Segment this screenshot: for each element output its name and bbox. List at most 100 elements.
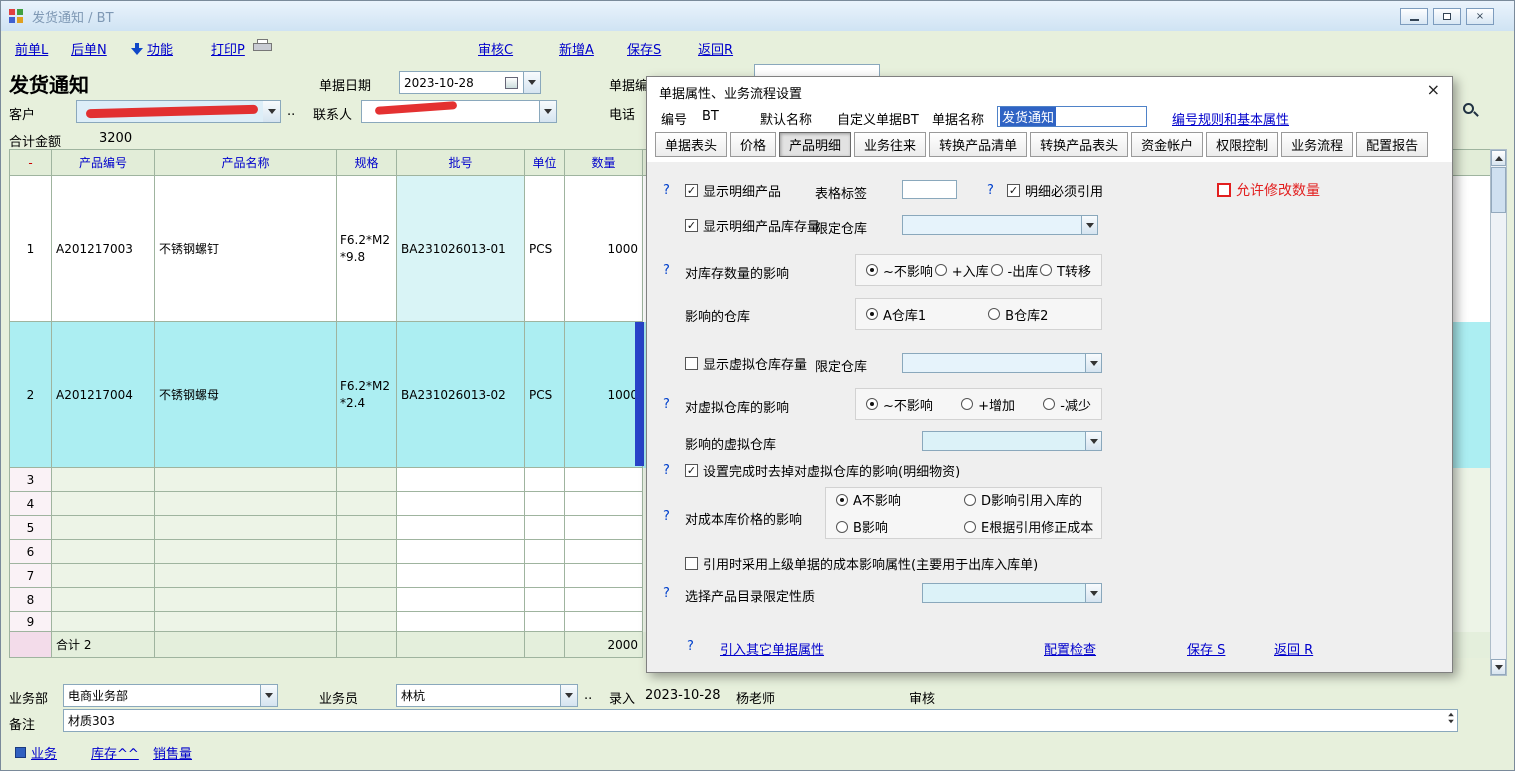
import-properties-link[interactable]: 引入其它单据属性 [720, 639, 824, 658]
minimize-button[interactable] [1400, 8, 1428, 25]
config-check-link[interactable]: 配置检查 [1044, 639, 1096, 658]
help-icon[interactable]: ? [663, 463, 670, 478]
print-button[interactable]: 打印P [211, 39, 245, 58]
radio-stock-out[interactable]: -出库 [991, 261, 1039, 280]
affect-virtual-warehouse-select[interactable] [922, 431, 1102, 451]
must-reference-checkbox[interactable]: ✓ 明细必须引用 [1007, 181, 1103, 200]
column-header[interactable]: 规格 [337, 150, 397, 176]
help-icon[interactable]: ? [987, 183, 994, 198]
date-input[interactable]: 2023-10-28 [399, 71, 541, 94]
grid-vertical-scrollbar[interactable] [1490, 149, 1507, 676]
customer-label: 客户 [9, 104, 35, 123]
cost-effect-label: 对成本库价格的影响 [685, 509, 802, 528]
total-amount-value: 3200 [99, 131, 132, 146]
restore-button[interactable] [1433, 8, 1461, 25]
column-header[interactable]: 产品名称 [155, 150, 337, 176]
radio-icon [836, 494, 848, 506]
radio-cost-correct-by-ref[interactable]: E根据引用修正成本 [964, 517, 1093, 536]
radio-stock-in[interactable]: +入库 [935, 261, 989, 280]
tab-product-detail[interactable]: 产品明细 [779, 132, 851, 157]
column-header[interactable]: 单位 [525, 150, 565, 176]
tab-report-config[interactable]: 配置报告 [1356, 132, 1428, 157]
entry-user: 杨老师 [736, 688, 775, 707]
chevron-down-icon[interactable] [560, 685, 577, 706]
chevron-down-icon[interactable] [539, 101, 556, 122]
doc-name-input[interactable]: 发货通知 [997, 106, 1147, 127]
radio-virtual-decrease[interactable]: -减少 [1043, 395, 1091, 414]
dialog-save-link[interactable]: 保存 S [1187, 639, 1225, 658]
column-header[interactable]: - [10, 150, 52, 176]
tab-doc-header[interactable]: 单据表头 [655, 132, 727, 157]
radio-virtual-increase[interactable]: +增加 [961, 395, 1015, 414]
remark-label: 备注 [9, 714, 35, 733]
customer-dropdown-button[interactable] [264, 100, 281, 123]
scrollbar-thumb[interactable] [1491, 167, 1506, 213]
salesman-select[interactable]: 林杭 [396, 684, 578, 707]
show-detail-checkbox[interactable]: ✓ 显示明细产品 [685, 181, 781, 200]
chevron-down-icon[interactable] [1085, 584, 1101, 602]
chevron-down-icon[interactable] [1085, 432, 1101, 450]
help-icon[interactable]: ? [663, 586, 670, 601]
radio-no-effect[interactable]: ~不影响 [866, 261, 933, 280]
dialog-close-icon[interactable]: × [1427, 80, 1440, 99]
tab-fund-account[interactable]: 资金帐户 [1131, 132, 1203, 157]
radio-warehouse-b[interactable]: B仓库2 [988, 305, 1048, 324]
dept-select[interactable]: 电商业务部 [63, 684, 278, 707]
catalog-limit-select[interactable] [922, 583, 1102, 603]
prev-doc-button[interactable]: 前单L [15, 39, 48, 58]
tab-workflow[interactable]: 业务流程 [1281, 132, 1353, 157]
help-icon[interactable]: ? [663, 263, 670, 278]
add-button[interactable]: 新增A [559, 39, 594, 58]
tab-convert-list[interactable]: 转换产品清单 [929, 132, 1027, 157]
chevron-down-icon[interactable] [260, 685, 277, 706]
save-button[interactable]: 保存S [627, 39, 661, 58]
radio-transfer[interactable]: T转移 [1040, 261, 1091, 280]
radio-cost-no-effect[interactable]: A不影响 [836, 490, 964, 509]
next-doc-button[interactable]: 后单N [71, 39, 107, 58]
tab-stock[interactable]: 库存^^ [91, 743, 139, 762]
tab-permission[interactable]: 权限控制 [1206, 132, 1278, 157]
chevron-down-icon[interactable] [523, 72, 540, 93]
numbering-rule-link[interactable]: 编号规则和基本属性 [1172, 109, 1289, 128]
show-virtual-stock-checkbox[interactable]: 显示虚拟仓库存量 [685, 354, 807, 373]
chevron-down-icon[interactable] [1085, 354, 1101, 372]
chevron-down-icon[interactable] [1081, 216, 1097, 234]
radio-virtual-no-effect[interactable]: ~不影响 [866, 395, 933, 414]
function-button[interactable]: 功能 [131, 39, 173, 58]
search-icon[interactable] [1463, 103, 1474, 114]
salesman-more-button[interactable]: .. [584, 688, 592, 703]
limit-warehouse-select[interactable] [902, 215, 1098, 235]
dialog-return-link[interactable]: 返回 R [1274, 639, 1313, 658]
inherit-cost-checkbox[interactable]: 引用时采用上级单据的成本影响属性(主要用于出库入库单) [685, 554, 1038, 573]
tab-sales[interactable]: 销售量 [153, 743, 192, 762]
help-icon[interactable]: ? [663, 183, 670, 198]
customer-more-button[interactable]: .. [287, 104, 295, 119]
remark-input[interactable]: 材质303 [63, 709, 1458, 732]
virtual-limit-warehouse-select[interactable] [902, 353, 1102, 373]
back-button[interactable]: 返回R [698, 39, 733, 58]
tab-business[interactable]: 业务 [15, 743, 57, 762]
remove-virtual-effect-checkbox[interactable]: ✓ 设置完成时去掉对虚拟仓库的影响(明细物资) [685, 461, 960, 480]
remark-spinner[interactable] [1447, 712, 1455, 724]
audit-button[interactable]: 审核C [478, 39, 513, 58]
column-header[interactable]: 数量 [565, 150, 643, 176]
scroll-up-button[interactable] [1491, 150, 1506, 166]
column-header[interactable]: 产品编号 [52, 150, 155, 176]
radio-cost-affect[interactable]: B影响 [836, 517, 964, 536]
help-icon[interactable]: ? [663, 509, 670, 524]
allow-modify-qty-checkbox[interactable]: 允许修改数量 [1217, 180, 1320, 200]
tab-business-contacts[interactable]: 业务往来 [854, 132, 926, 157]
help-icon[interactable]: ? [687, 639, 694, 654]
close-button[interactable]: × [1466, 8, 1494, 25]
calendar-icon[interactable] [505, 77, 518, 89]
show-stock-checkbox[interactable]: ✓ 显示明细产品库存量 [685, 216, 820, 235]
printer-icon[interactable] [253, 39, 272, 53]
help-icon[interactable]: ? [663, 397, 670, 412]
table-label-input[interactable] [902, 180, 957, 199]
scroll-down-button[interactable] [1491, 659, 1506, 675]
tab-convert-header[interactable]: 转换产品表头 [1030, 132, 1128, 157]
tab-price[interactable]: 价格 [730, 132, 776, 157]
radio-warehouse-a[interactable]: A仓库1 [866, 305, 926, 324]
radio-cost-affect-inbound-ref[interactable]: D影响引用入库的 [964, 490, 1093, 509]
column-header[interactable]: 批号 [397, 150, 525, 176]
